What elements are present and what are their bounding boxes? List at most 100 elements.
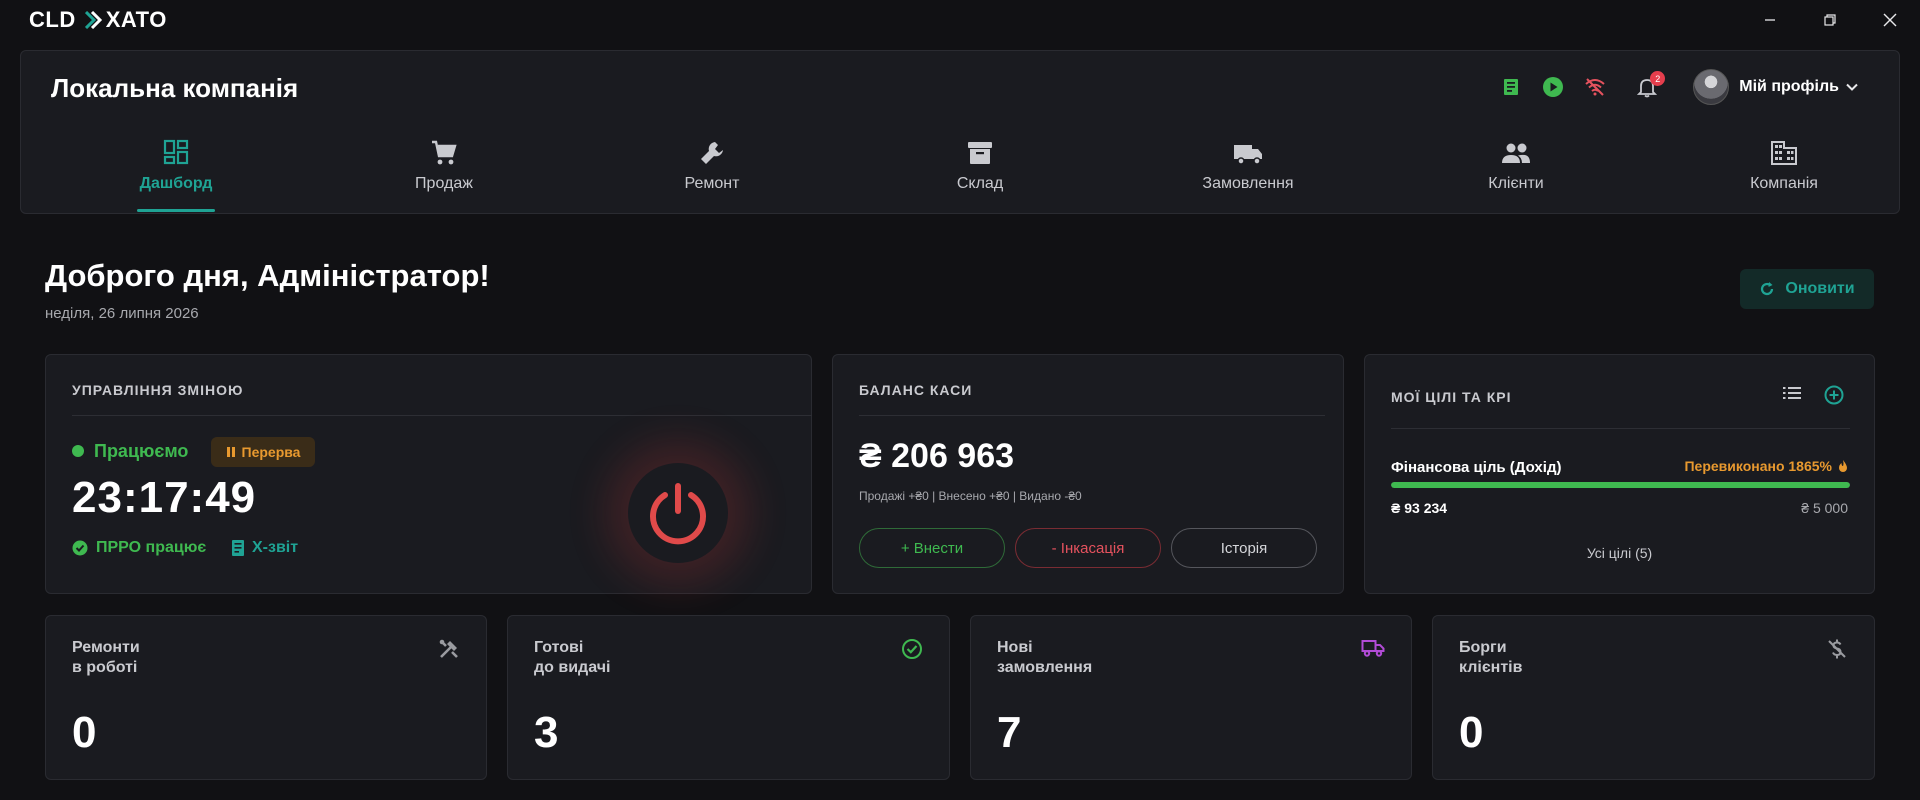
break-label: Перерва	[241, 444, 301, 460]
logo-x-icon	[84, 11, 102, 29]
active-tab-indicator	[137, 209, 215, 212]
goal-status: Перевиконано 1865%	[1684, 458, 1848, 474]
stat-card-new-orders[interactable]: Нові замовлення 7	[970, 615, 1412, 780]
company-title: Локальна компанія	[51, 73, 299, 103]
minimize-button[interactable]	[1740, 0, 1800, 40]
shift-status: Працюємо	[94, 441, 189, 461]
header-actions: 2 Мій профіль	[1483, 67, 1859, 107]
tab-company[interactable]: Компанія	[1704, 131, 1864, 215]
tab-clients-label: Клієнти	[1488, 175, 1544, 192]
receipt-icon	[1504, 79, 1519, 95]
building-icon	[1770, 139, 1798, 172]
cash-balance-card: БАЛАНС КАСИ ₴ 206 963 Продажі +₴0 | Внес…	[832, 354, 1344, 594]
goal-current: ₴ 93 234	[1391, 500, 1448, 516]
check-circle-icon	[901, 638, 923, 660]
minimize-icon	[1765, 19, 1775, 21]
divider	[1391, 428, 1850, 429]
balance-summary: Продажі +₴0 | Внесено +₴0 | Видано -₴0	[859, 489, 1082, 503]
goals-card-title: МОЇ ЦІЛІ ТА КРІ	[1391, 389, 1512, 405]
tab-dashboard-label: Дашборд	[139, 175, 213, 192]
chevron-down-icon	[1845, 80, 1859, 94]
stat-label: Готові до видачі	[534, 639, 611, 676]
power-button[interactable]	[628, 463, 728, 563]
notifications-button[interactable]: 2	[1633, 71, 1666, 101]
notification-badge: 2	[1650, 71, 1666, 86]
tab-orders-label: Замовлення	[1202, 175, 1294, 192]
play-status-button[interactable]	[1539, 73, 1567, 101]
close-button[interactable]	[1860, 0, 1920, 40]
pause-icon	[226, 447, 235, 457]
tab-clients[interactable]: Клієнти	[1436, 131, 1596, 215]
people-icon	[1501, 139, 1531, 172]
tab-repair[interactable]: Ремонт	[632, 131, 792, 215]
check-circle-icon	[72, 540, 88, 556]
stat-value: 0	[72, 708, 97, 757]
break-button[interactable]: Перерва	[211, 437, 315, 467]
tab-dashboard[interactable]: Дашборд	[96, 131, 256, 215]
cart-icon	[430, 139, 458, 172]
tab-sales-label: Продаж	[415, 175, 473, 192]
x-report-label: Х-звіт	[252, 539, 299, 556]
stat-card-debts[interactable]: Борги клієнтів 0	[1432, 615, 1875, 780]
fire-icon	[1839, 460, 1847, 472]
goal-target: ₴ 5 000	[1801, 500, 1848, 516]
refresh-button[interactable]: Оновити	[1740, 269, 1874, 309]
divider	[72, 415, 812, 416]
stat-card-ready[interactable]: Готові до видачі 3	[507, 615, 950, 780]
app-logo: CLD XATO	[29, 7, 167, 33]
restore-button[interactable]	[1800, 0, 1860, 40]
wifi-off-icon	[1585, 78, 1605, 96]
balance-amount: ₴ 206 963	[859, 437, 1015, 475]
shift-timer: 23:17:49	[72, 473, 257, 522]
title-bar: CLD XATO	[0, 0, 1920, 40]
stat-value: 0	[1459, 708, 1484, 757]
goal-status-label: Перевиконано 1865%	[1684, 458, 1832, 474]
goal-progress-bar	[1391, 482, 1850, 488]
stat-value: 7	[997, 708, 1022, 757]
header-panel: Локальна компанія 2 Мій профіль Дашборд …	[20, 50, 1900, 214]
list-icon[interactable]	[1782, 385, 1802, 405]
deposit-button[interactable]: + Внести	[859, 528, 1005, 568]
archive-icon	[966, 139, 994, 172]
play-circle-icon	[1543, 77, 1564, 97]
page-title: Доброго дня, Адміністратор!	[45, 258, 490, 293]
receipt-icon	[232, 540, 244, 556]
add-circle-icon[interactable]	[1824, 385, 1844, 405]
dashboard-icon	[163, 139, 189, 170]
receipt-status-button[interactable]	[1497, 73, 1525, 101]
truck-icon	[1361, 638, 1385, 658]
tab-sales[interactable]: Продаж	[364, 131, 524, 215]
goal-name: Фінансова ціль (Дохід)	[1391, 459, 1562, 476]
current-date: неділя, 26 липня 2026	[45, 305, 199, 322]
stat-card-repairs[interactable]: Ремонти в роботі 0	[45, 615, 487, 780]
truck-icon	[1233, 139, 1263, 172]
shift-card-title: УПРАВЛІННЯ ЗМІНОЮ	[72, 382, 244, 398]
stat-label: Нові замовлення	[997, 639, 1093, 676]
collection-button[interactable]: - Інкасація	[1015, 528, 1161, 568]
x-report-button[interactable]: Х-звіт	[230, 539, 298, 557]
status-dot	[72, 445, 84, 457]
goal-progress-fill	[1391, 482, 1850, 488]
close-icon	[1883, 13, 1897, 27]
tab-warehouse-label: Склад	[956, 175, 1004, 192]
tab-warehouse[interactable]: Склад	[900, 131, 1060, 215]
all-goals-link[interactable]: Усі цілі (5)	[1365, 545, 1874, 561]
stat-label: Ремонти в роботі	[72, 639, 140, 676]
tab-repair-label: Ремонт	[684, 175, 740, 192]
wifi-status-button[interactable]	[1581, 73, 1609, 101]
profile-menu[interactable]: Мій профіль	[1693, 69, 1859, 105]
balance-card-title: БАЛАНС КАСИ	[859, 382, 973, 398]
prro-status: ПРРО працює	[72, 539, 206, 557]
window-controls	[1740, 0, 1920, 40]
tab-orders[interactable]: Замовлення	[1168, 131, 1328, 215]
stat-label: Борги клієнтів	[1459, 639, 1523, 676]
tab-company-label: Компанія	[1750, 175, 1818, 192]
avatar	[1693, 69, 1730, 105]
shift-card: УПРАВЛІННЯ ЗМІНОЮ Працюємо Перерва 23:17…	[45, 354, 812, 594]
wrench-icon	[698, 139, 726, 172]
history-button[interactable]: Історія	[1171, 528, 1317, 568]
profile-label: Мій профіль	[1739, 78, 1839, 95]
tools-icon	[438, 638, 460, 660]
power-icon	[650, 483, 706, 545]
prro-label: ПРРО працює	[96, 539, 207, 556]
